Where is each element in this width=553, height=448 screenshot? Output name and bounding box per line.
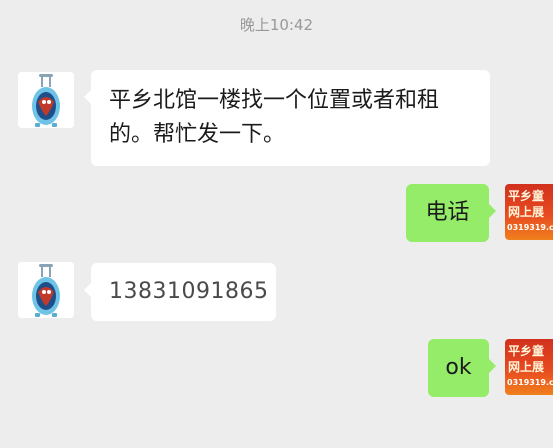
luggage-cartoon-avatar-icon — [18, 72, 74, 128]
avatar-logo-text: 平乡童 — [508, 189, 545, 203]
contact-avatar[interactable] — [18, 72, 74, 128]
message-bubble-sent[interactable]: 电话 — [406, 184, 496, 242]
message-bubble-sent[interactable]: ok — [428, 339, 496, 397]
message-bubble-received[interactable]: 13831091865 — [84, 263, 276, 321]
message-bubble-received[interactable]: 平乡北馆一楼找一个位置或者和租的。帮忙发一下。 — [84, 70, 490, 166]
avatar-logo-text: 网上展 — [508, 205, 545, 219]
message-timestamp: 晚上10:42 — [239, 16, 314, 34]
avatar-logo-url: 0319319.co — [507, 378, 553, 387]
my-avatar[interactable]: 平乡童 网上展 0319319.co — [505, 184, 553, 240]
my-avatar[interactable]: 平乡童 网上展 0319319.co — [505, 339, 553, 395]
contact-avatar[interactable] — [18, 262, 74, 318]
avatar-logo-text: 网上展 — [508, 360, 545, 374]
avatar-logo-text: 平乡童 — [508, 344, 545, 358]
luggage-cartoon-avatar-icon — [18, 262, 74, 318]
avatar-logo-url: 0319319.co — [507, 223, 553, 232]
